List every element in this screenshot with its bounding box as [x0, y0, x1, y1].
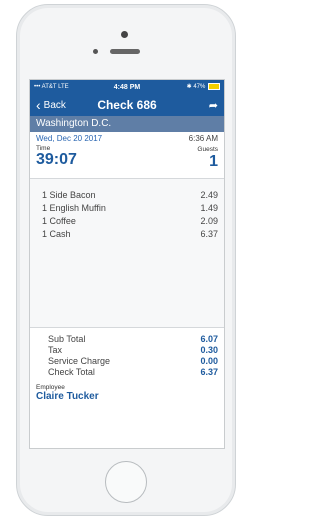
phone-frame: ••• AT&T LTE 4:48 PM ✱ 47% ‹ Back Check … [16, 4, 236, 516]
time-value: 39:07 [36, 151, 77, 168]
status-bar: ••• AT&T LTE 4:48 PM ✱ 47% [30, 80, 224, 94]
earpiece-speaker [110, 49, 140, 54]
status-time: 4:48 PM [113, 83, 141, 91]
nav-bar: ‹ Back Check 686 ➦ [30, 94, 224, 116]
total-label: Service Charge [48, 356, 111, 366]
network-label: LTE [58, 84, 69, 90]
total-row: Tax 0.30 [48, 345, 218, 356]
employee-label: Employee [36, 384, 65, 391]
item-amount: 2.09 [200, 216, 218, 226]
total-label: Tax [48, 345, 63, 355]
list-item[interactable]: 1 English Muffin 1.49 [30, 202, 224, 215]
guests-label: Guests [197, 146, 218, 153]
battery-icon [208, 83, 220, 91]
item-amount: 6.37 [200, 229, 218, 239]
check-info: Wed, Dec 20 2017 Time 39:07 6:36 AM Gues… [30, 132, 224, 176]
clock-time: 6:36 AM [188, 134, 218, 143]
item-name: 1 Cash [42, 229, 71, 239]
item-name: 1 English Muffin [42, 203, 106, 213]
back-label: Back [43, 99, 66, 111]
total-row: Check Total 6.37 [48, 367, 218, 378]
back-button[interactable]: ‹ Back [36, 98, 66, 112]
share-icon[interactable]: ➦ [209, 99, 218, 112]
total-row: Sub Total 6.07 [48, 334, 218, 345]
location-bar: Washington D.C. [30, 116, 224, 132]
status-right: ✱ 47% [158, 83, 220, 91]
employee-section: Employee Claire Tucker [30, 378, 224, 402]
total-value: 0.30 [200, 345, 218, 355]
items-list: 1 Side Bacon 2.49 1 English Muffin 1.49 … [30, 178, 224, 328]
carrier-info: ••• AT&T LTE [34, 84, 96, 90]
chevron-left-icon: ‹ [36, 97, 41, 113]
item-amount: 1.49 [200, 203, 218, 213]
list-item[interactable]: 1 Cash 6.37 [30, 228, 224, 241]
app-screen: ••• AT&T LTE 4:48 PM ✱ 47% ‹ Back Check … [29, 79, 225, 449]
total-label: Check Total [48, 367, 95, 377]
item-name: 1 Side Bacon [42, 190, 96, 200]
list-item[interactable]: 1 Coffee 2.09 [30, 215, 224, 228]
front-camera [93, 49, 98, 54]
guests-value: 1 [209, 153, 218, 170]
item-name: 1 Coffee [42, 216, 76, 226]
list-item[interactable]: 1 Side Bacon 2.49 [30, 189, 224, 202]
signal-icon: ••• [34, 84, 41, 90]
bluetooth-icon: ✱ [186, 84, 192, 91]
employee-name[interactable]: Claire Tucker [36, 391, 218, 402]
item-amount: 2.49 [200, 190, 218, 200]
total-value: 0.00 [200, 356, 218, 366]
totals-section: Sub Total 6.07 Tax 0.30 Service Charge 0… [30, 328, 224, 378]
home-button[interactable] [105, 461, 147, 503]
total-row: Service Charge 0.00 [48, 356, 218, 367]
proximity-sensor [121, 31, 128, 38]
total-value: 6.07 [200, 334, 218, 344]
total-label: Sub Total [48, 334, 86, 344]
battery-percent: 47% [193, 84, 206, 91]
total-value: 6.37 [200, 367, 218, 377]
carrier-label: AT&T [41, 84, 57, 90]
